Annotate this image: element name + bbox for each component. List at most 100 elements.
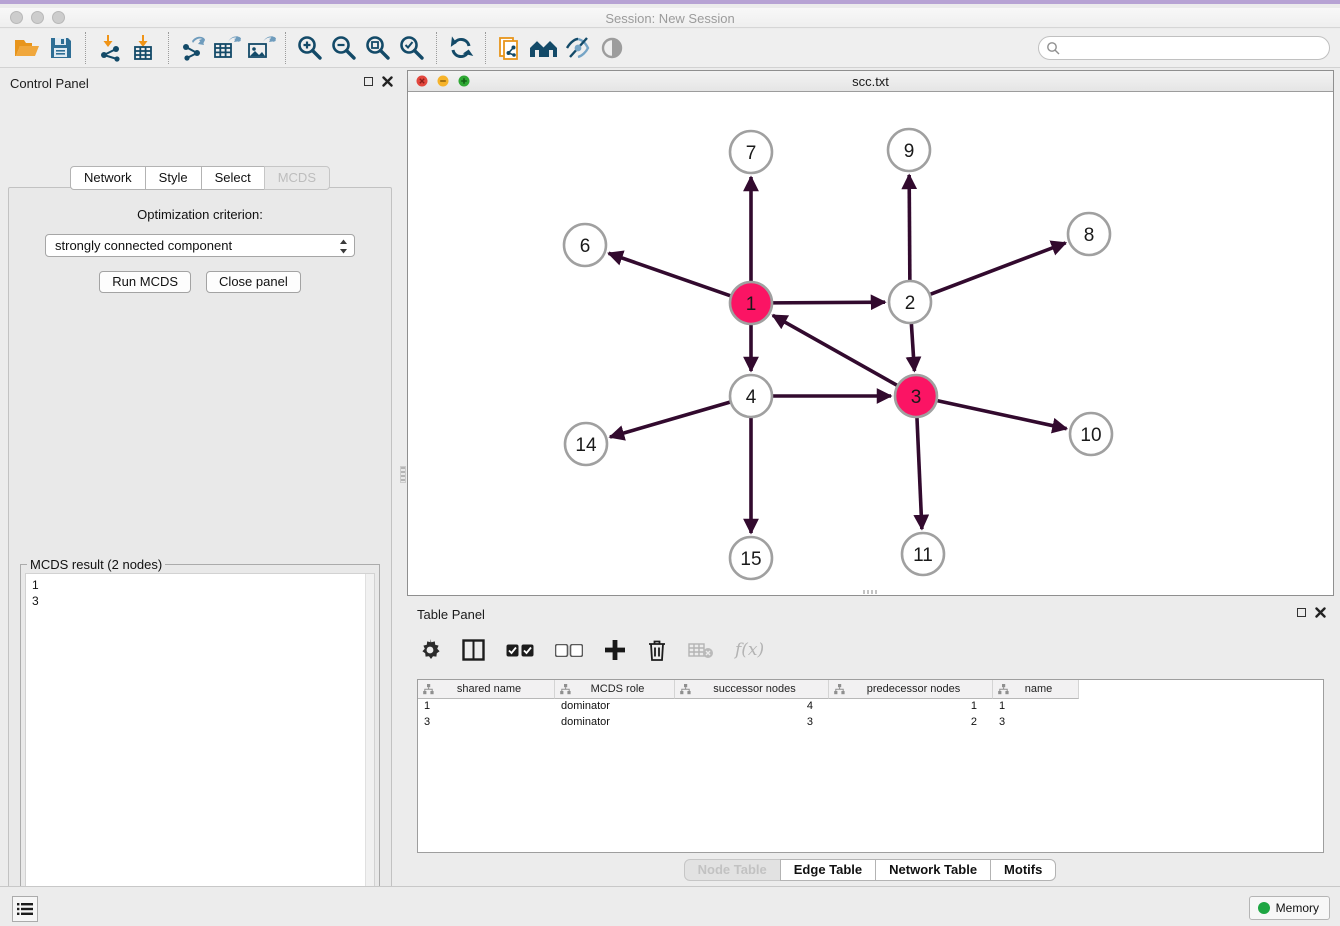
zoom-fit-icon[interactable]	[361, 32, 395, 64]
node-label: 7	[746, 143, 757, 164]
import-network-icon[interactable]	[93, 32, 127, 64]
first-neighbors-icon[interactable]	[527, 32, 561, 64]
mcds-result-title: MCDS result (2 nodes)	[27, 557, 165, 572]
node-7[interactable]: 7	[730, 131, 772, 173]
export-image-icon[interactable]	[244, 32, 278, 64]
tab-motifs[interactable]: Motifs	[990, 859, 1056, 881]
network-window-titlebar[interactable]: scc.txt	[408, 71, 1333, 92]
edges-layer[interactable]	[609, 175, 1067, 533]
edge-2-8[interactable]	[930, 243, 1066, 295]
vertical-divider-grip[interactable]	[400, 466, 406, 483]
network-resize-grip[interactable]	[863, 590, 877, 594]
table-cell[interactable]: 3	[993, 715, 1079, 731]
column-header[interactable]: MCDS role	[555, 680, 675, 699]
node-1[interactable]: 1	[730, 282, 772, 324]
show-details-icon[interactable]	[595, 32, 629, 64]
zoom-selected-icon[interactable]	[395, 32, 429, 64]
search-icon	[1046, 41, 1060, 55]
zoom-out-icon[interactable]	[327, 32, 361, 64]
node-6[interactable]: 6	[564, 224, 606, 266]
close-panel-button[interactable]: Close panel	[206, 271, 301, 293]
network-canvas[interactable]: 7 9 6 8 1 2 4 3 14 10 15 11	[408, 93, 1333, 595]
edge-3-11[interactable]	[917, 417, 922, 529]
tab-style[interactable]: Style	[145, 166, 202, 190]
export-table-icon[interactable]	[210, 32, 244, 64]
mcds-result-group: MCDS result (2 nodes) 1 3	[20, 564, 380, 926]
node-table[interactable]: shared nameMCDS rolesuccessor nodesprede…	[417, 679, 1324, 853]
node-3[interactable]: 3	[895, 375, 937, 417]
node-label: 10	[1080, 425, 1101, 446]
search-input[interactable]	[1065, 41, 1329, 56]
clone-network-icon[interactable]	[493, 32, 527, 64]
toolbar-separator	[485, 32, 486, 64]
node-15[interactable]: 15	[730, 537, 772, 579]
edge-1-6[interactable]	[609, 253, 732, 296]
mcds-result-area[interactable]: 1 3	[25, 573, 375, 926]
status-bar: Memory	[0, 886, 1340, 926]
close-table-panel-icon[interactable]	[1315, 607, 1326, 618]
node-10[interactable]: 10	[1070, 413, 1112, 455]
table-cell[interactable]: dominator	[555, 715, 675, 731]
edge-3-1[interactable]	[773, 315, 898, 385]
edge-2-9[interactable]	[909, 175, 910, 281]
table-cell[interactable]: 1	[993, 699, 1079, 715]
open-folder-icon[interactable]	[10, 32, 44, 64]
float-panel-icon[interactable]	[364, 77, 373, 86]
table-cell[interactable]: dominator	[555, 699, 675, 715]
node-9[interactable]: 9	[888, 129, 930, 171]
table-cell[interactable]: 3	[418, 715, 555, 731]
memory-button[interactable]: Memory	[1249, 896, 1330, 920]
column-header[interactable]: shared name	[418, 680, 555, 699]
import-table-icon[interactable]	[127, 32, 161, 64]
delete-column-icon[interactable]	[647, 639, 667, 662]
gear-icon[interactable]	[419, 639, 441, 661]
add-column-icon[interactable]	[604, 639, 626, 661]
select-all-checkboxes-icon[interactable]	[506, 644, 534, 657]
result-scrollbar[interactable]	[365, 574, 374, 926]
task-history-button[interactable]	[12, 896, 38, 922]
export-network-icon[interactable]	[176, 32, 210, 64]
table-cell[interactable]: 4	[675, 699, 829, 715]
table-row[interactable]: 3dominator323	[418, 715, 1323, 731]
tab-edge-table[interactable]: Edge Table	[780, 859, 876, 881]
refresh-icon[interactable]	[444, 32, 478, 64]
table-cell[interactable]: 1	[829, 699, 993, 715]
edge-2-3[interactable]	[911, 323, 914, 371]
columns-icon[interactable]	[462, 639, 485, 661]
attribute-tree-icon	[423, 684, 434, 695]
column-header[interactable]: successor nodes	[675, 680, 829, 699]
node-2[interactable]: 2	[889, 281, 931, 323]
tab-select[interactable]: Select	[201, 166, 265, 190]
zoom-in-icon[interactable]	[293, 32, 327, 64]
edge-3-10[interactable]	[937, 400, 1067, 428]
column-header[interactable]: predecessor nodes	[829, 680, 993, 699]
table-cell[interactable]: 3	[675, 715, 829, 731]
node-label: 4	[746, 387, 757, 408]
search-field[interactable]	[1038, 36, 1330, 60]
node-4[interactable]: 4	[730, 375, 772, 417]
attribute-tree-icon	[680, 684, 691, 695]
save-icon[interactable]	[44, 32, 78, 64]
run-mcds-button[interactable]: Run MCDS	[99, 271, 191, 293]
criterion-dropdown[interactable]: strongly connected component	[45, 234, 355, 257]
tab-node-table[interactable]: Node Table	[684, 859, 781, 881]
deselect-all-checkboxes-icon[interactable]	[555, 644, 583, 657]
node-14[interactable]: 14	[565, 423, 607, 465]
tab-mcds[interactable]: MCDS	[264, 166, 330, 190]
column-header[interactable]: name	[993, 680, 1079, 699]
table-body: 1dominator4113dominator323	[418, 699, 1323, 731]
node-11[interactable]: 11	[902, 533, 944, 575]
table-row[interactable]: 1dominator411	[418, 699, 1323, 715]
table-cell[interactable]: 2	[829, 715, 993, 731]
toolbar-separator	[168, 32, 169, 64]
edge-4-14[interactable]	[610, 402, 731, 437]
tab-network-table[interactable]: Network Table	[875, 859, 991, 881]
tab-network[interactable]: Network	[70, 166, 146, 190]
hide-details-icon[interactable]	[561, 32, 595, 64]
node-8[interactable]: 8	[1068, 213, 1110, 255]
float-table-panel-icon[interactable]	[1297, 608, 1306, 617]
close-panel-icon[interactable]	[382, 76, 393, 87]
edge-1-2[interactable]	[772, 302, 885, 303]
network-graph: 7 9 6 8 1 2 4 3 14 10 15 11	[408, 93, 1333, 596]
table-cell[interactable]: 1	[418, 699, 555, 715]
